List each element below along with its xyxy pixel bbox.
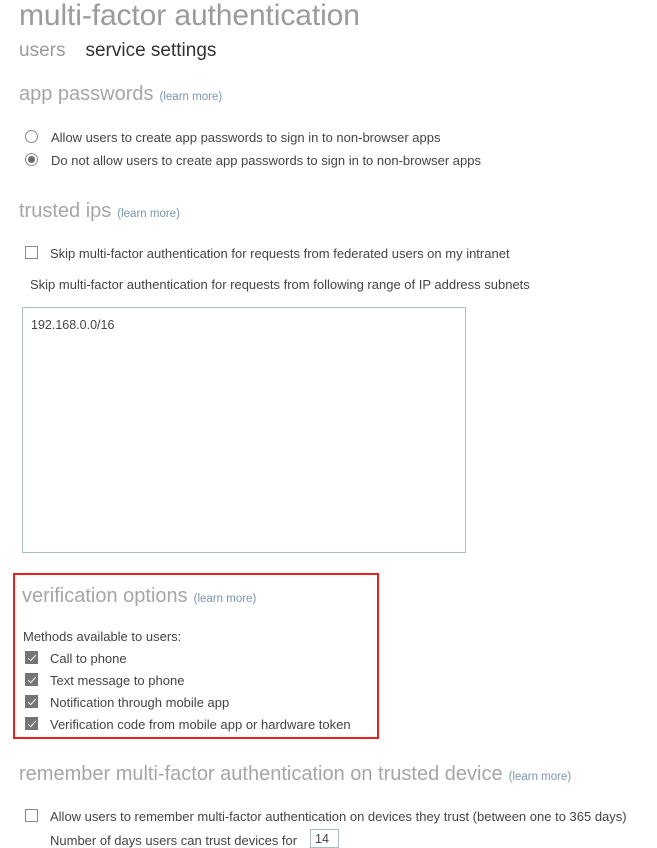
checkbox-label-verification-code: Verification code from mobile app or har…: [50, 717, 351, 732]
checkbox-remember-devices[interactable]: [25, 809, 38, 822]
days-trust-input[interactable]: [310, 829, 339, 848]
learn-more-link-app-passwords[interactable]: (learn more): [160, 91, 223, 103]
learn-more-link-trusted-ips[interactable]: (learn more): [117, 208, 180, 220]
checkbox-label-text-message-to-phone: Text message to phone: [50, 673, 185, 688]
label-ip-subnets: Skip multi-factor authentication for req…: [30, 277, 530, 292]
tab-service-settings[interactable]: service settings: [85, 40, 216, 62]
page-title: multi-factor authentication: [19, 0, 360, 32]
checkbox-label-remember-devices: Allow users to remember multi-factor aut…: [50, 809, 627, 824]
radio-row-allow-app-passwords[interactable]: Allow users to create app passwords to s…: [25, 130, 440, 145]
section-heading-verification-options: verification options (learn more): [22, 585, 256, 608]
checkbox-label-skip-federated-users: Skip multi-factor authentication for req…: [50, 246, 510, 261]
checkbox-skip-federated-users[interactable]: [25, 246, 38, 259]
section-heading-remember-mfa: remember multi-factor authentication on …: [19, 763, 571, 786]
checkbox-row-verification-code[interactable]: Verification code from mobile app or har…: [25, 717, 351, 732]
radio-row-disallow-app-passwords[interactable]: Do not allow users to create app passwor…: [25, 153, 481, 168]
learn-more-link-remember-mfa[interactable]: (learn more): [509, 771, 572, 783]
checkbox-label-call-to-phone: Call to phone: [50, 651, 127, 666]
radio-label-disallow-app-passwords: Do not allow users to create app passwor…: [51, 153, 481, 168]
checkbox-label-notification-mobile-app: Notification through mobile app: [50, 695, 230, 710]
checkbox-call-to-phone[interactable]: [25, 651, 38, 664]
checkbox-verification-code[interactable]: [25, 717, 38, 730]
checkbox-row-notification-mobile-app[interactable]: Notification through mobile app: [25, 695, 229, 710]
section-title-app-passwords: app passwords: [19, 83, 154, 105]
label-methods-available: Methods available to users:: [23, 629, 182, 644]
radio-label-allow-app-passwords: Allow users to create app passwords to s…: [51, 130, 441, 145]
checkbox-row-text-message-to-phone[interactable]: Text message to phone: [25, 673, 184, 688]
radio-allow-app-passwords[interactable]: [25, 130, 38, 143]
checkbox-text-message-to-phone[interactable]: [25, 673, 38, 686]
ip-subnets-textarea[interactable]: [22, 307, 466, 553]
checkbox-row-call-to-phone[interactable]: Call to phone: [25, 651, 127, 666]
tab-bar: users service settings: [19, 40, 216, 62]
section-heading-trusted-ips: trusted ips (learn more): [19, 200, 180, 223]
learn-more-link-verification-options[interactable]: (learn more): [194, 593, 257, 605]
tab-users[interactable]: users: [19, 40, 65, 62]
section-heading-app-passwords: app passwords (learn more): [19, 83, 222, 106]
checkbox-notification-mobile-app[interactable]: [25, 695, 38, 708]
section-title-trusted-ips: trusted ips: [19, 200, 112, 222]
section-title-remember-mfa: remember multi-factor authentication on …: [19, 763, 503, 785]
checkbox-row-skip-federated-users[interactable]: Skip multi-factor authentication for req…: [25, 246, 510, 261]
checkbox-row-remember-devices[interactable]: Allow users to remember multi-factor aut…: [25, 809, 627, 824]
section-title-verification-options: verification options: [22, 585, 188, 607]
radio-disallow-app-passwords[interactable]: [25, 153, 38, 166]
